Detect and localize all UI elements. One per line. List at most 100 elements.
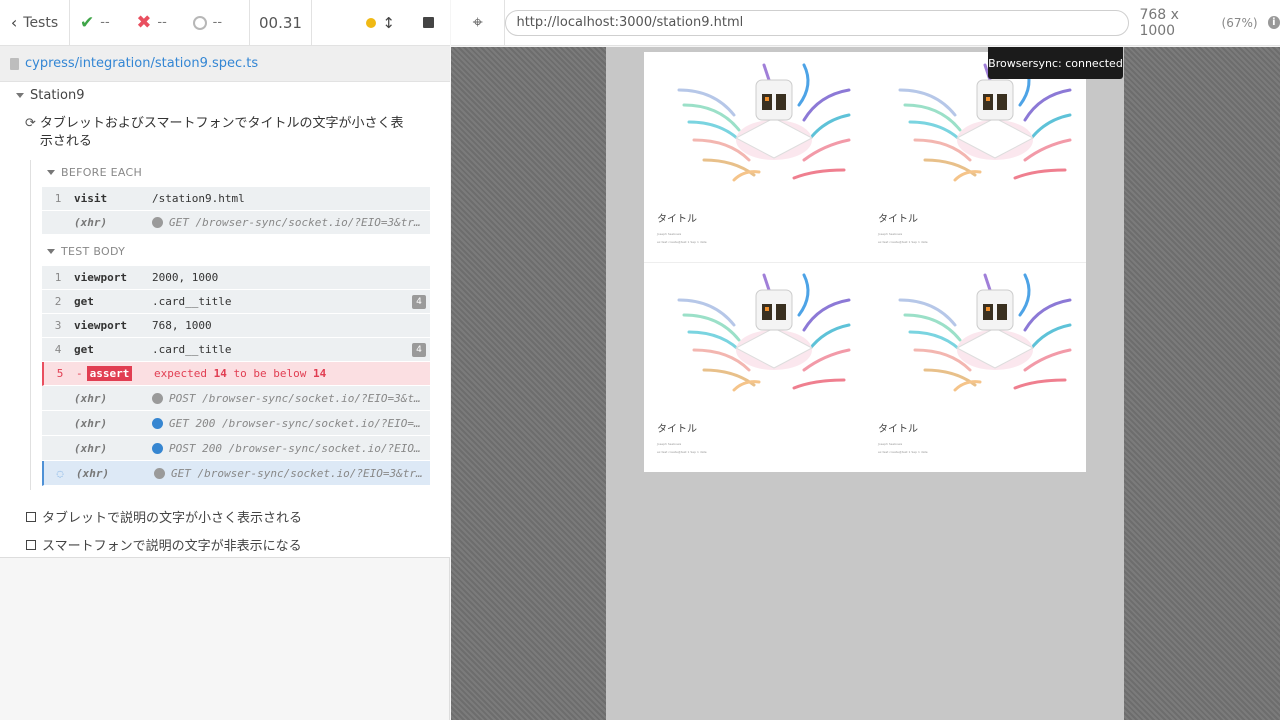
card-meta: ex:test create@test 1 Sep 1 date	[657, 450, 707, 454]
command-message: .card__title	[152, 295, 232, 308]
element-count-badge: 4	[412, 294, 426, 309]
aut-header: ⌖ http://localhost:3000/station9.html 76…	[451, 0, 1280, 46]
spec-bar: cypress/integration/station9.spec.ts	[0, 46, 450, 82]
xhr-text: POST 200 /browser-sync/socket.io/?EIO=3&…	[169, 441, 424, 455]
command-name: (xhr)	[74, 441, 108, 455]
caret-down-icon	[16, 93, 24, 98]
xhr-text: GET /browser-sync/socket.io/?EIO=3&trans…	[169, 216, 424, 229]
test-title[interactable]: タブレットで説明の文字が小さく表示される	[26, 507, 302, 526]
test-body-title[interactable]: TEST BODY	[47, 245, 125, 258]
checkbox-icon	[26, 539, 36, 550]
passed-stat: ✔ --	[80, 13, 136, 33]
command-row[interactable]: 2 get .card__title 4	[42, 290, 430, 314]
card[interactable]: タイトル Joseph Ssebowa ex:test create@test …	[644, 262, 865, 472]
command-row[interactable]: (xhr) POST /browser-sync/socket.io/?EIO=…	[42, 386, 430, 411]
assert-expected: 14	[312, 367, 327, 380]
scroll-icon[interactable]: ↕	[382, 14, 395, 32]
card-image	[677, 273, 851, 392]
command-number: 1	[54, 192, 62, 205]
command-message: GET 200 /browser-sync/socket.io/?EIO=3&t…	[152, 417, 430, 430]
command-number: 1	[54, 271, 62, 284]
app-page: タイトル Joseph Ssebowa ex:test create@test …	[644, 52, 1086, 472]
card-title: タイトル	[878, 214, 918, 225]
xhr-status-dot-icon	[152, 217, 163, 228]
command-row[interactable]: (xhr) GET /browser-sync/socket.io/?EIO=3…	[42, 211, 430, 235]
pending-command-row[interactable]: ◌ (xhr) GET /browser-sync/socket.io/?EIO…	[42, 461, 430, 486]
command-message: /station9.html	[152, 192, 245, 205]
refresh-icon: ⟳	[25, 116, 36, 131]
assert-text: expected	[154, 367, 214, 380]
command-message: GET /browser-sync/socket.io/?EIO=3&trans…	[152, 216, 430, 229]
card[interactable]: タイトル Joseph Ssebowa ex:test create@test …	[865, 262, 1086, 472]
viewport-info[interactable]: 768 x 1000 (67%) i	[1139, 7, 1280, 39]
card-title: タイトル	[657, 214, 697, 225]
command-message: .card__title	[152, 343, 232, 356]
command-number: 2	[54, 295, 62, 308]
command-row[interactable]: 1 visit /station9.html	[42, 187, 430, 211]
before-each-title[interactable]: BEFORE EACH	[47, 166, 142, 179]
command-name: (xhr)	[76, 466, 110, 480]
command-number: 3	[54, 319, 62, 332]
test-title[interactable]: ⟳ タブレットおよびスマートフォンでタイトルの文字が小さく表示される	[25, 115, 405, 151]
card-meta: ex:test create@test 1 Sep 1 date	[878, 450, 928, 454]
command-name: get	[74, 295, 94, 308]
command-row[interactable]: 1 viewport 2000, 1000	[42, 266, 430, 290]
stop-icon[interactable]	[423, 17, 434, 28]
card-meta: Joseph Ssebowa	[657, 442, 682, 446]
command-message: POST /browser-sync/socket.io/?EIO=3&tran…	[152, 392, 430, 405]
xhr-status-dot-icon	[154, 467, 165, 479]
card-image	[898, 273, 1072, 392]
reporter-panel: ‹ Tests ✔ -- ✖ -- -- 00.31 ↕ cypress/int…	[0, 0, 450, 720]
command-name: viewport	[74, 271, 127, 284]
suite-title[interactable]: Station9	[16, 88, 85, 103]
hooks: BEFORE EACH 1 visit /station9.html (xhr)…	[30, 160, 430, 490]
status-dot-icon	[366, 17, 377, 28]
command-name: (xhr)	[74, 216, 108, 229]
command-name: (xhr)	[74, 416, 108, 430]
stats: ✔ -- ✖ -- --	[70, 0, 250, 45]
aut-stage: タイトル Joseph Ssebowa ex:test create@test …	[451, 47, 1280, 720]
file-icon	[10, 57, 19, 70]
command-number: 5	[56, 367, 64, 380]
runnables: Station9 ⟳ タブレットおよびスマートフォンでタイトルの文字が小さく表示…	[0, 82, 450, 558]
command-row[interactable]: (xhr) POST 200 /browser-sync/socket.io/?…	[42, 436, 430, 461]
card-title: タイトル	[878, 424, 918, 435]
spec-path-link[interactable]: cypress/integration/station9.spec.ts	[25, 56, 258, 71]
spinner-icon: ◌	[56, 466, 64, 480]
info-icon: i	[1267, 16, 1280, 29]
aut-iframe: タイトル Joseph Ssebowa ex:test create@test …	[606, 47, 1124, 720]
command-row[interactable]: 3 viewport 768, 1000	[42, 314, 430, 338]
card[interactable]: タイトル Joseph Ssebowa ex:test create@test …	[865, 52, 1086, 262]
crosshair-icon: ⌖	[472, 12, 483, 33]
test-title[interactable]: スマートフォンで説明の文字が非表示になる	[26, 535, 302, 554]
card-image	[677, 63, 851, 182]
command-message: expected 14 to be below 14	[154, 367, 430, 380]
check-icon: ✔	[80, 12, 95, 33]
tests-button[interactable]: ‹ Tests	[0, 0, 70, 45]
assert-text: to be below	[226, 367, 313, 380]
selector-playground-button[interactable]: ⌖	[451, 0, 506, 46]
xhr-status-dot-icon	[152, 417, 163, 429]
command-name: (xhr)	[74, 391, 108, 405]
xhr-status-dot-icon	[152, 392, 163, 404]
command-message: GET /browser-sync/socket.io/?EIO=3&trans…	[154, 467, 430, 480]
circle-icon	[192, 15, 207, 30]
card-meta: Joseph Ssebowa	[878, 442, 903, 446]
caret-down-icon	[47, 249, 55, 254]
viewport-size: 768 x 1000	[1139, 6, 1179, 39]
command-row[interactable]: 4 get .card__title 4	[42, 338, 430, 362]
url-bar[interactable]: http://localhost:3000/station9.html	[505, 9, 1130, 36]
card-title: タイトル	[657, 424, 697, 435]
failed-assert-row[interactable]: 5 - assert expected 14 to be below 14	[42, 362, 430, 386]
xhr-text: GET 200 /browser-sync/socket.io/?EIO=3&t…	[169, 416, 424, 430]
command-row[interactable]: (xhr) GET 200 /browser-sync/socket.io/?E…	[42, 411, 430, 436]
assert-label: assert	[86, 366, 133, 381]
chevron-left-icon: ‹	[10, 13, 18, 32]
command-name: get	[74, 343, 94, 356]
passed-count: --	[100, 15, 110, 30]
command-name: visit	[74, 192, 108, 205]
pending-stat: --	[192, 15, 249, 30]
card[interactable]: タイトル Joseph Ssebowa ex:test create@test …	[644, 52, 865, 262]
command-message: POST 200 /browser-sync/socket.io/?EIO=3&…	[152, 442, 430, 455]
command-message: 2000, 1000	[152, 271, 219, 284]
